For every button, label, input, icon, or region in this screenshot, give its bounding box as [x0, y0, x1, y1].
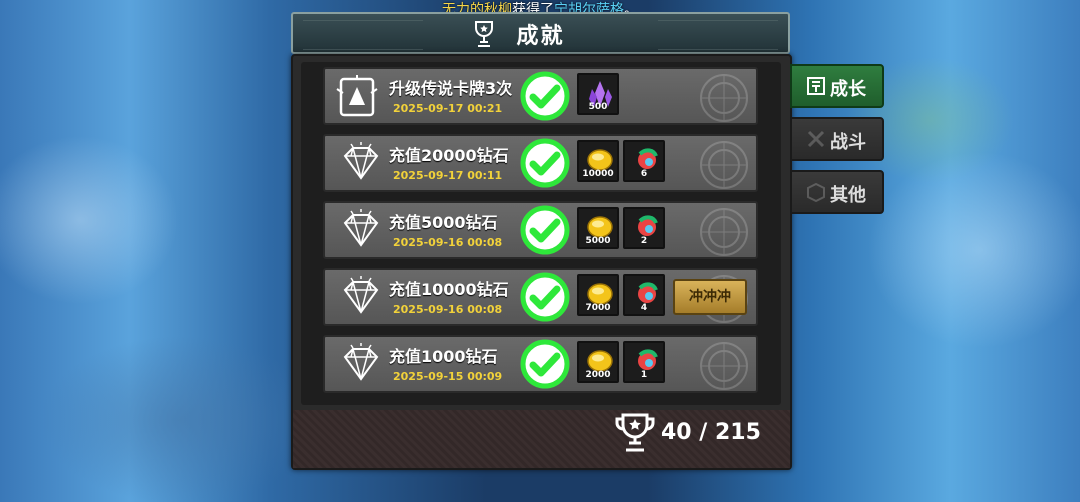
- reward-slot[interactable]: 10000: [577, 140, 619, 182]
- title-bar: 成就: [291, 12, 790, 54]
- achievement-row[interactable]: 充值1000钻石 2025-09-15 00:09 2000 1: [323, 335, 758, 393]
- tab-battle[interactable]: 战斗: [790, 117, 884, 161]
- reward-slot[interactable]: 500: [577, 73, 619, 115]
- reward-amount: 2: [640, 236, 648, 246]
- achievement-icon-wrap: [335, 142, 387, 190]
- tab-label: 战斗: [830, 132, 866, 153]
- tab-label: 成长: [830, 79, 866, 100]
- completed-check: [520, 339, 570, 393]
- tab-other[interactable]: 其他: [790, 170, 884, 214]
- achievement-icon-wrap: [335, 209, 387, 257]
- row-watermark: [698, 72, 750, 128]
- achievement-icon-wrap: [335, 276, 387, 324]
- achievement-name: 充值5000钻石: [389, 213, 498, 232]
- tab-growth[interactable]: 成长: [790, 64, 884, 108]
- reward-amount: 6: [640, 169, 648, 179]
- reward-amount: 4: [640, 303, 648, 313]
- box-icon: [807, 182, 825, 202]
- reward-amount: 5000: [585, 236, 611, 246]
- watermark-emblem-icon: [700, 208, 748, 256]
- reward-slot[interactable]: 1: [623, 341, 665, 383]
- reward-slot[interactable]: 2000: [577, 341, 619, 383]
- growth-tab-icon: [807, 77, 825, 95]
- crossed-swords-icon: [807, 130, 825, 148]
- completed-check-icon: [520, 205, 570, 255]
- diamond-icon: [343, 343, 379, 381]
- reward-slot[interactable]: 2: [623, 207, 665, 249]
- watermark-emblem-icon: [700, 141, 748, 189]
- achievement-date: 2025-09-15 00:09: [393, 370, 503, 383]
- achievement-name: 充值10000钻石: [389, 280, 509, 299]
- trophy-icon: [615, 413, 655, 452]
- page-title: 成就: [516, 24, 565, 49]
- reward-amount: 1: [640, 370, 648, 380]
- completed-check-icon: [520, 272, 570, 322]
- achievement-row[interactable]: 充值10000钻石 2025-09-16 00:08 7000 4 冲冲冲: [323, 268, 758, 326]
- reward-slot[interactable]: 4: [623, 274, 665, 316]
- reward-amount: 500: [588, 102, 608, 112]
- reward-amount: 10000: [582, 169, 614, 179]
- reward-amount: 7000: [585, 303, 611, 313]
- achievement-date: 2025-09-17 00:11: [393, 169, 503, 182]
- watermark-emblem-icon: [700, 74, 748, 122]
- reward-slot[interactable]: 6: [623, 140, 665, 182]
- achievement-name: 充值20000钻石: [389, 146, 509, 165]
- reward-slot[interactable]: 5000: [577, 207, 619, 249]
- achievement-name: 充值1000钻石: [389, 347, 498, 366]
- tab-label: 其他: [830, 185, 866, 206]
- completed-check: [520, 138, 570, 192]
- completed-check: [520, 71, 570, 125]
- achievement-row[interactable]: 充值5000钻石 2025-09-16 00:08 5000 2: [323, 201, 758, 259]
- completed-check-icon: [520, 71, 570, 121]
- reward-slot[interactable]: 7000: [577, 274, 619, 316]
- achievement-progress: 40 / 215: [661, 420, 761, 445]
- achievement-row[interactable]: 升级传说卡牌3次 2025-09-17 00:21 500: [323, 67, 758, 125]
- achievement-icon-wrap: [335, 75, 381, 123]
- claim-button[interactable]: 冲冲冲: [673, 279, 747, 315]
- completed-check-icon: [520, 339, 570, 389]
- completed-check: [520, 272, 570, 326]
- card-icon: [336, 75, 378, 117]
- achievement-name: 升级传说卡牌3次: [389, 79, 513, 98]
- completed-check: [520, 205, 570, 259]
- achievement-icon-wrap: [335, 343, 387, 391]
- watermark-emblem-icon: [700, 342, 748, 390]
- achievement-date: 2025-09-16 00:08: [393, 303, 503, 316]
- achievement-row[interactable]: 充值20000钻石 2025-09-17 00:11 10000 6: [323, 134, 758, 192]
- achievement-date: 2025-09-17 00:21: [393, 102, 503, 115]
- reward-amount: 2000: [585, 370, 611, 380]
- completed-check-icon: [520, 138, 570, 188]
- diamond-icon: [343, 276, 379, 314]
- row-watermark: [698, 139, 750, 195]
- diamond-icon: [343, 209, 379, 247]
- row-watermark: [698, 340, 750, 396]
- diamond-icon: [343, 142, 379, 180]
- row-watermark: [698, 206, 750, 262]
- achievement-date: 2025-09-16 00:08: [393, 236, 503, 249]
